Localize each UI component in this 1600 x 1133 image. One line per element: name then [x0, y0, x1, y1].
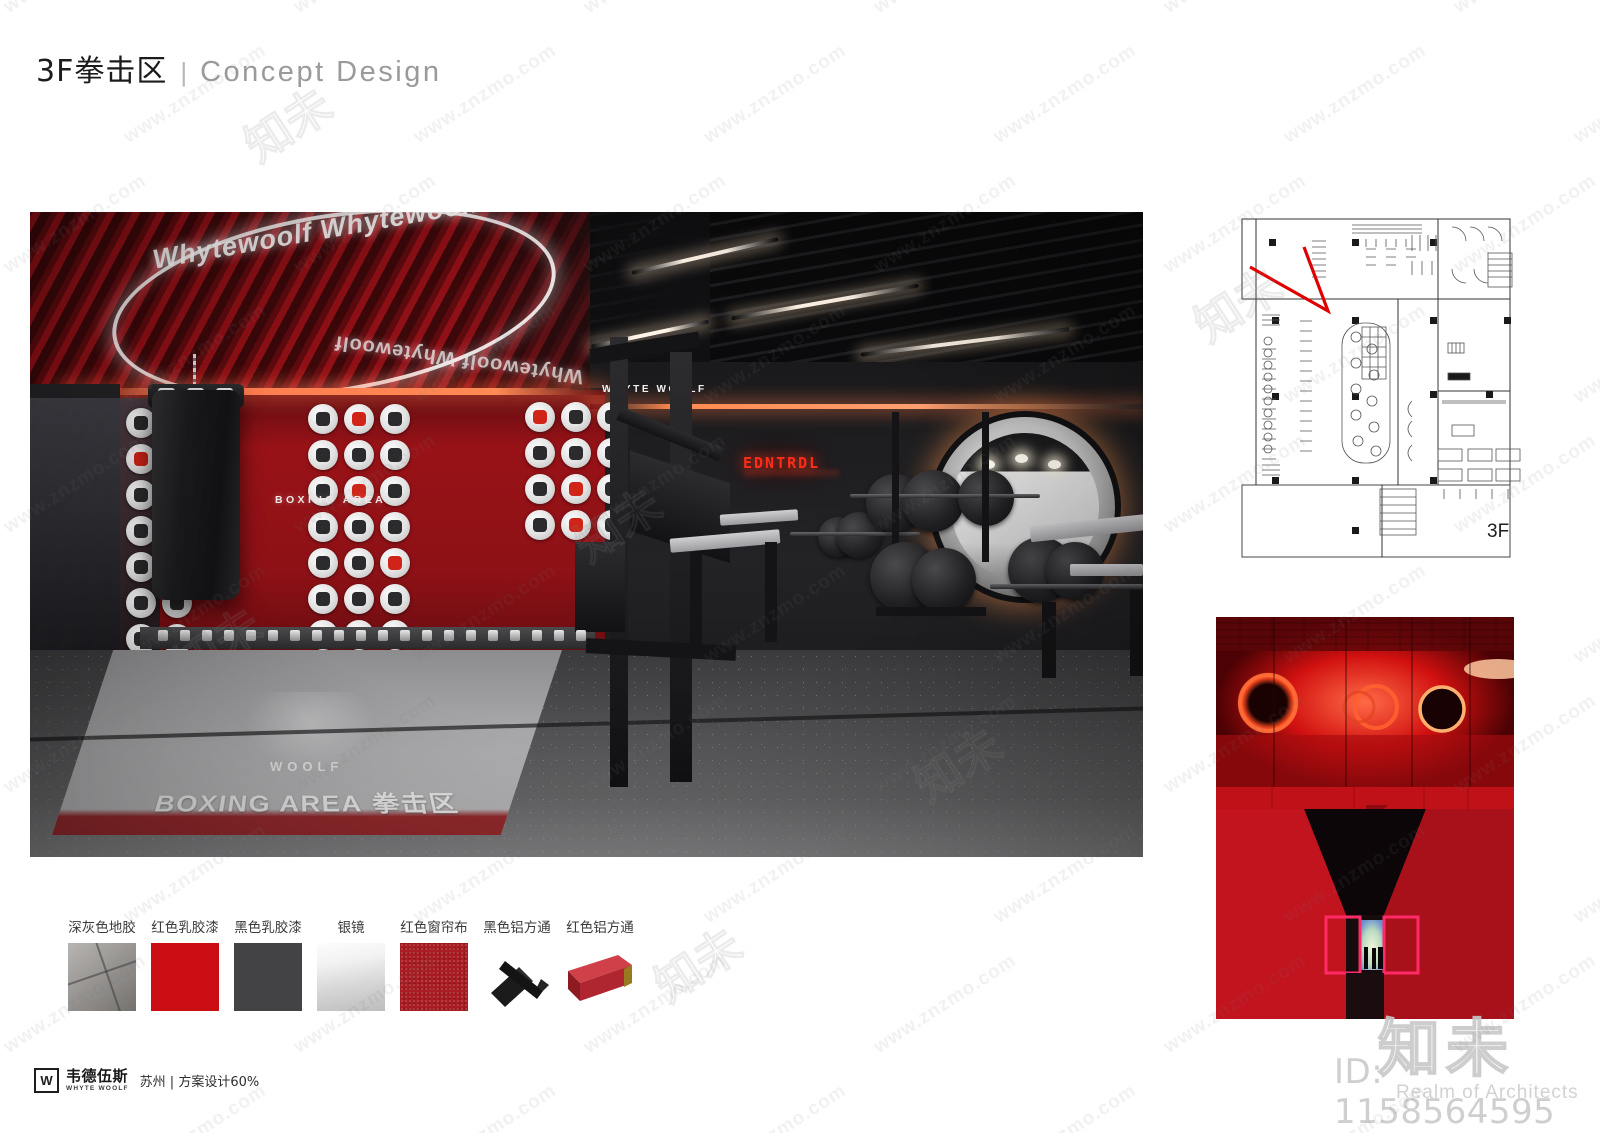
- material-swatch-red-emulsion-paint: [151, 943, 219, 1011]
- footer-meta: 苏州 | 方案设计60%: [139, 1075, 260, 1090]
- view-direction-marker: [1249, 246, 1332, 315]
- watermark-text: www.znzmo.com: [870, 949, 1021, 1058]
- floor-plan-thumbnail: [1216, 205, 1526, 570]
- material-label: 黑色乳胶漆: [234, 920, 302, 936]
- page-title: 3F拳击区 | Concept Design: [36, 46, 441, 90]
- watermark-text: www.znzmo.com: [990, 1080, 1141, 1133]
- footer-brand: W 韦德伍斯 WHYTE WOOLF 苏州 | 方案设计60%: [34, 1068, 259, 1093]
- main-render-image: Whytewoolf Whytewoolf Whytewoolf Whytewo…: [30, 212, 1143, 857]
- title-separator: |: [180, 57, 188, 87]
- material-item: 深灰色地胶: [68, 916, 136, 1011]
- watermark-text: www.znzmo.com: [1570, 819, 1600, 928]
- watermark-text: www.znzmo.com: [290, 0, 441, 18]
- material-label: 红色铝方通: [566, 920, 634, 936]
- material-label: 黑色铝方通: [483, 920, 551, 936]
- watermark-text: www.znzmo.com: [990, 39, 1141, 148]
- studio-watermark: Realm of Architects: [1396, 1082, 1579, 1103]
- reference-image-red-mirror-room: [1216, 617, 1514, 787]
- brand-names: 韦德伍斯 WHYTE WOOLF: [66, 1066, 129, 1093]
- material-swatch-dark-grey-floor-vinyl: [68, 943, 136, 1011]
- material-label: 红色乳胶漆: [151, 920, 219, 936]
- watermark-text: www.znzmo.com: [1280, 39, 1431, 148]
- watermark-brand-mark: 知未: [645, 918, 751, 1013]
- material-swatch-black-aluminium-square-tube: [483, 943, 551, 1011]
- watermark-text: www.znzmo.com: [1570, 559, 1600, 668]
- brand-name-en: WHYTE WOOLF: [66, 1084, 129, 1092]
- watermark-text: www.znzmo.com: [700, 39, 851, 148]
- material-label: 银镜: [337, 920, 365, 936]
- watermark-text: www.znzmo.com: [0, 0, 151, 18]
- material-item: 红色窗帘布: [400, 916, 468, 1011]
- reference-image-red-corridor: [1216, 787, 1514, 1019]
- watermark-text: www.znzmo.com: [1450, 0, 1600, 18]
- floor-plan-label: 3F: [1487, 521, 1510, 542]
- watermark-text: www.znzmo.com: [410, 1080, 561, 1133]
- material-swatch-red-curtain-fabric: [400, 943, 468, 1011]
- page-title-cn: 3F拳击区: [36, 54, 168, 89]
- material-item: 黑色乳胶漆: [234, 916, 302, 1011]
- material-item: 黑色铝方通: [483, 916, 551, 1011]
- watermark-text: www.znzmo.com: [1160, 0, 1311, 18]
- material-swatch-silver-mirror: [317, 943, 385, 1011]
- floor-plan-drawing: [1241, 218, 1521, 558]
- material-swatch-red-aluminium-square-tube: [566, 943, 634, 1011]
- watermark-text: www.znzmo.com: [870, 0, 1021, 18]
- material-item: 银镜: [317, 916, 385, 1011]
- page-title-en: Concept Design: [200, 56, 442, 88]
- watermark-text: www.znzmo.com: [580, 0, 731, 18]
- brand-name-cn: 韦德伍斯: [66, 1066, 129, 1085]
- watermark-text: www.znzmo.com: [700, 1080, 851, 1133]
- material-label: 红色窗帘布: [400, 920, 468, 936]
- watermark-text: www.znzmo.com: [1570, 299, 1600, 408]
- material-item: 红色乳胶漆: [151, 916, 219, 1011]
- material-item: 红色铝方通: [566, 916, 634, 1011]
- watermark-text: www.znzmo.com: [1570, 39, 1600, 148]
- brand-logo-mark: W: [34, 1068, 59, 1093]
- render-vignette: [30, 212, 1143, 857]
- material-label: 深灰色地胶: [68, 920, 136, 936]
- material-palette: 深灰色地胶 红色乳胶漆 黑色乳胶漆 银镜 红色窗帘布 黑色铝方通 红色铝方通: [68, 916, 649, 1011]
- material-swatch-black-emulsion-paint: [234, 943, 302, 1011]
